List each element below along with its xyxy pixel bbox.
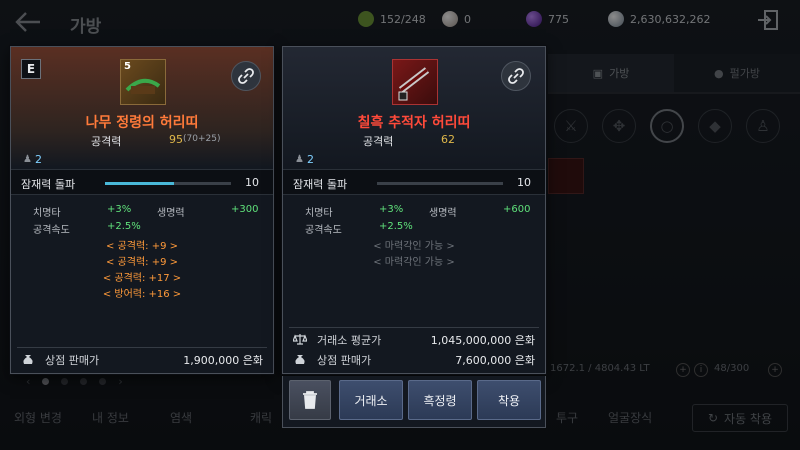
break-progress-bar — [377, 182, 503, 185]
engrave-slot-line: < 마력각인 가능 > — [373, 257, 455, 268]
link-icon — [238, 68, 254, 84]
equipped-item-tooltip: E 5 나무 정령의 허리띠 공격력 95 (70+25) ♟ 2 잠재력 돌파… — [10, 46, 274, 374]
main-stat-value: 62 — [441, 133, 455, 146]
delete-button[interactable] — [289, 380, 331, 420]
equip-button[interactable]: 착용 — [477, 380, 541, 420]
main-stat-label: 공격력 — [91, 135, 122, 148]
break-progress-fill — [105, 182, 175, 185]
option-value: +3% — [107, 204, 132, 215]
bonus-stat-line: < 방어력: +16 > — [102, 289, 182, 300]
option-value: +300 — [231, 204, 259, 215]
potential-break-row: 잠재력 돌파 10 — [11, 169, 273, 195]
pawn-icon: ♟ — [23, 154, 32, 165]
option-value: +2.5% — [379, 221, 413, 232]
option-label: 공격속도 — [305, 225, 342, 236]
item-action-bar: 거래소 흑정령 착용 — [282, 376, 546, 428]
option-label: 공격속도 — [33, 225, 70, 236]
break-label: 잠재력 돌파 — [21, 178, 76, 191]
main-stat-breakdown: (70+25) — [183, 134, 221, 144]
marketplace-button[interactable]: 거래소 — [339, 380, 403, 420]
link-button[interactable] — [501, 61, 531, 91]
market-price-row: 거래소 평균가 1,045,000,000 은화 — [283, 329, 545, 349]
bonus-stat-line: < 공격력: +9 > — [105, 241, 178, 252]
belt-item-icon: 5 — [120, 59, 166, 105]
shop-price-row: 상점 판매가 7,600,000 은화 — [283, 349, 545, 369]
option-value: +2.5% — [107, 221, 141, 232]
shop-price-row: 상점 판매가 1,900,000 은화 — [11, 349, 273, 369]
belt-item-icon — [392, 59, 438, 105]
scale-icon — [293, 334, 307, 345]
main-stat-value: 95 — [169, 133, 183, 146]
bonus-stat-line: < 공격력: +9 > — [105, 257, 178, 268]
item-name: 나무 정령의 허리띠 — [85, 115, 199, 131]
engrave-slot-line: < 마력각인 가능 > — [373, 241, 455, 252]
break-value: 10 — [517, 176, 531, 189]
shop-price-value: 7,600,000 은화 — [455, 354, 535, 367]
break-value: 10 — [245, 176, 259, 189]
item-tier: 2 — [307, 153, 314, 166]
break-progress-bar — [105, 182, 231, 185]
divider — [289, 327, 539, 328]
compare-item-tooltip: 칠흑 추적자 허리띠 공격력 62 ♟ 2 잠재력 돌파 10 치명타 +3% … — [282, 46, 546, 374]
link-button[interactable] — [231, 61, 261, 91]
link-icon — [508, 68, 524, 84]
equipped-badge: E — [21, 59, 41, 79]
money-bag-icon — [23, 355, 33, 364]
black-spirit-button[interactable]: 흑정령 — [408, 380, 472, 420]
shop-price-label: 상점 판매가 — [45, 354, 100, 367]
money-bag-icon — [295, 355, 305, 364]
trash-icon — [303, 391, 317, 409]
option-label: 생명력 — [429, 208, 457, 219]
item-tier: 2 — [35, 153, 42, 166]
option-value: +600 — [503, 204, 531, 215]
divider — [17, 347, 267, 348]
option-value: +3% — [379, 204, 404, 215]
potential-break-row: 잠재력 돌파 10 — [283, 169, 545, 195]
option-label: 치명타 — [33, 208, 61, 219]
enhance-level: 5 — [124, 61, 131, 72]
option-label: 생명력 — [157, 208, 185, 219]
shop-price-label: 상점 판매가 — [317, 354, 372, 367]
break-label: 잠재력 돌파 — [293, 178, 348, 191]
item-name: 칠흑 추적자 허리띠 — [357, 115, 471, 131]
main-stat-label: 공격력 — [363, 135, 394, 148]
market-price-label: 거래소 평균가 — [317, 334, 382, 347]
option-label: 치명타 — [305, 208, 333, 219]
market-price-value: 1,045,000,000 은화 — [430, 334, 535, 347]
pawn-icon: ♟ — [295, 154, 304, 165]
shop-price-value: 1,900,000 은화 — [183, 354, 263, 367]
bonus-stat-line: < 공격력: +17 > — [102, 273, 182, 284]
